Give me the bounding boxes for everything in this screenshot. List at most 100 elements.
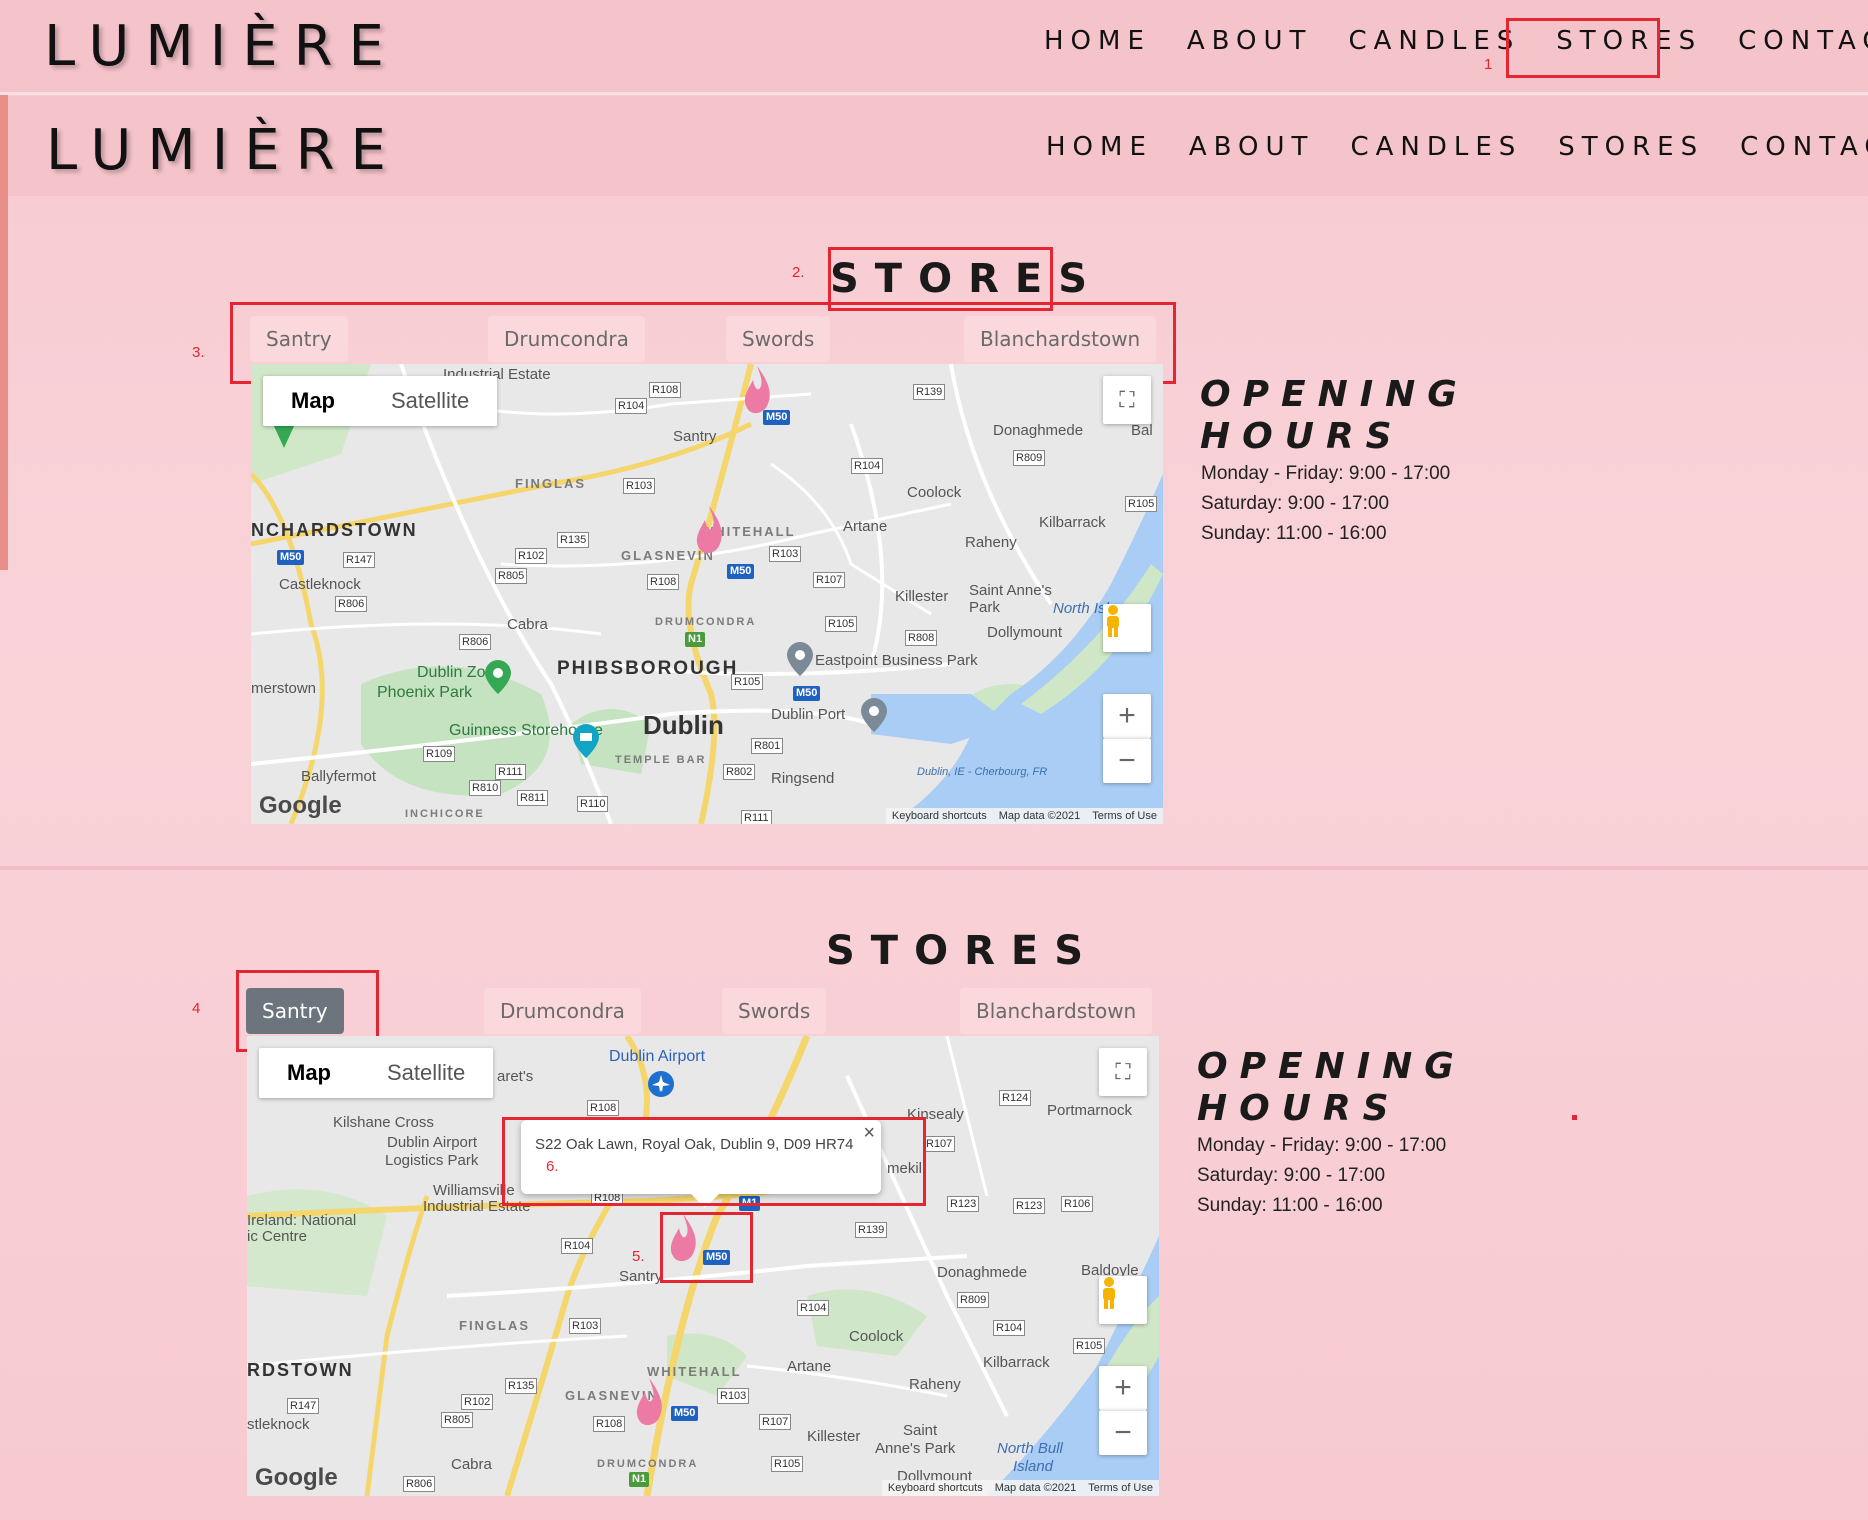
nav-top: HOME ABOUT CANDLES STORES CONTACT xyxy=(1044,26,1868,56)
road-badge: R806 xyxy=(335,596,368,612)
map-type-control-1: Map Satellite xyxy=(263,376,498,426)
separator xyxy=(0,92,1868,95)
zoom-out-button[interactable]: − xyxy=(1103,738,1151,783)
road-badge: R805 xyxy=(495,568,528,584)
road-badge: R123 xyxy=(1013,1198,1046,1214)
road-badge: R809 xyxy=(957,1292,990,1308)
road-badge: R105 xyxy=(731,674,764,690)
road-badge: R104 xyxy=(615,398,648,414)
fullscreen-icon[interactable]: ⛶ xyxy=(1099,1048,1147,1096)
nav-about[interactable]: ABOUT xyxy=(1187,26,1313,56)
pegman-icon[interactable] xyxy=(1099,1276,1147,1324)
terms-of-use-link[interactable]: Terms of Use xyxy=(1092,810,1157,822)
camera-marker-icon[interactable] xyxy=(573,724,599,758)
road-badge: R135 xyxy=(505,1378,538,1394)
map-type-map[interactable]: Map xyxy=(259,1048,359,1098)
hours-weekday: Monday - Friday: 9:00 - 17:00 xyxy=(1197,1135,1447,1156)
nav-candles[interactable]: CANDLES xyxy=(1350,132,1522,162)
map1-label-ballyfermot: Ballyfermot xyxy=(301,768,377,785)
map-type-satellite[interactable]: Satellite xyxy=(359,1048,493,1098)
map-type-satellite[interactable]: Satellite xyxy=(363,376,497,426)
logo-top[interactable]: LUMIÈRE xyxy=(44,14,400,79)
store-pin-icon[interactable] xyxy=(739,364,775,420)
map1-label-drumcondra: DRUMCONDRA xyxy=(655,616,757,628)
zoom-out-button[interactable]: − xyxy=(1099,1410,1147,1455)
road-badge: R109 xyxy=(423,746,456,762)
tab-blanchardstown-2[interactable]: Blanchardstown xyxy=(960,988,1153,1034)
annotation-box-5 xyxy=(660,1212,753,1283)
road-badge: R110 xyxy=(577,796,609,812)
keyboard-shortcuts-link[interactable]: Keyboard shortcuts xyxy=(892,810,987,822)
logo-second[interactable]: LUMIÈRE xyxy=(46,118,402,183)
map1-label-finglas: FINGLAS xyxy=(515,476,587,491)
map1-label-castleknock: Castleknock xyxy=(279,576,361,593)
map2-label-ireland-national: Ireland: National xyxy=(247,1212,357,1229)
map2-label-island: Island xyxy=(1013,1458,1054,1475)
left-accent xyxy=(0,95,8,570)
road-badge: R102 xyxy=(515,548,548,564)
map2-label-kilshane: Kilshane Cross xyxy=(333,1114,434,1131)
map1-label-santry: Santry xyxy=(673,428,717,445)
map2-label-coolock: Coolock xyxy=(849,1328,904,1345)
map2-label-killester: Killester xyxy=(807,1428,861,1445)
map2-label-airport-logistics: Dublin Airport xyxy=(387,1134,478,1151)
map2-label-donaghmede: Donaghmede xyxy=(937,1264,1028,1281)
terms-of-use-link[interactable]: Terms of Use xyxy=(1088,1482,1153,1494)
tab-drumcondra-2[interactable]: Drumcondra xyxy=(484,988,641,1034)
map-type-map[interactable]: Map xyxy=(263,376,363,426)
map1-label-phibsborough: PHIBSBOROUGH xyxy=(557,658,739,679)
map1-label-phoenix-park: Phoenix Park xyxy=(377,684,473,701)
place-marker-icon[interactable] xyxy=(273,424,295,448)
zoom-in-button[interactable]: + xyxy=(1103,694,1151,738)
place-marker-icon[interactable] xyxy=(787,642,813,676)
place-marker-icon[interactable] xyxy=(861,698,887,732)
pegman-icon[interactable] xyxy=(1103,604,1151,652)
motorway-badge: M50 xyxy=(793,686,821,701)
zoo-marker-icon[interactable] xyxy=(485,660,511,694)
nav-stores[interactable]: STORES xyxy=(1558,132,1704,162)
road-badge: R111 xyxy=(741,810,772,824)
tab-swords-2[interactable]: Swords xyxy=(722,988,827,1034)
road-badge: R107 xyxy=(759,1414,792,1430)
nav-candles[interactable]: CANDLES xyxy=(1348,26,1520,56)
nav-contact[interactable]: CONTACT xyxy=(1740,132,1868,162)
road-badge: R103 xyxy=(623,478,656,494)
map-1[interactable]: Santry Donaghmede Bal FINGLAS Coolock In… xyxy=(251,364,1163,824)
annotation-num-1: 1 xyxy=(1484,56,1493,73)
keyboard-shortcuts-link[interactable]: Keyboard shortcuts xyxy=(888,1482,983,1494)
road-badge: R124 xyxy=(999,1090,1032,1106)
airport-icon[interactable] xyxy=(647,1070,675,1098)
hours-weekday: Monday - Friday: 9:00 - 17:00 xyxy=(1201,463,1451,484)
road-badge: R108 xyxy=(649,382,682,398)
map2-label-portmarnock: Portmarnock xyxy=(1047,1102,1133,1119)
motorway-badge: N1 xyxy=(629,1472,650,1487)
road-badge: R105 xyxy=(825,616,858,632)
road-badge: R808 xyxy=(905,630,938,646)
hours-saturday: Saturday: 9:00 - 17:00 xyxy=(1201,493,1390,514)
store-pin-icon[interactable] xyxy=(631,1376,667,1432)
road-badge: R104 xyxy=(993,1320,1026,1336)
separator xyxy=(0,866,1868,870)
road-badge: R103 xyxy=(569,1318,602,1334)
map1-label-ringsend: Ringsend xyxy=(771,770,835,787)
google-logo: Google xyxy=(255,1464,338,1491)
store-pin-icon[interactable] xyxy=(691,504,727,560)
motorway-badge: M50 xyxy=(671,1406,699,1421)
annotation-box-1 xyxy=(1506,18,1660,78)
map1-label-coolock: Coolock xyxy=(907,484,962,501)
fullscreen-icon[interactable]: ⛶ xyxy=(1103,376,1151,424)
map1-label-dublin-zoo: Dublin Zoo xyxy=(417,664,495,681)
motorway-badge: N1 xyxy=(685,632,706,647)
zoom-in-button[interactable]: + xyxy=(1099,1366,1147,1410)
map-type-control-2: Map Satellite xyxy=(259,1048,494,1098)
nav-contact[interactable]: CONTACT xyxy=(1738,26,1868,56)
nav-about[interactable]: ABOUT xyxy=(1189,132,1315,162)
nav-home[interactable]: HOME xyxy=(1046,132,1153,162)
map-footer-1: Keyboard shortcuts Map data ©2021 Terms … xyxy=(885,808,1163,824)
road-badge: R111 xyxy=(495,764,526,780)
map1-label-ferry: Dublin, IE - Cherbourg, FR xyxy=(917,766,1048,778)
map2-label-north-bull: North Bull xyxy=(997,1440,1063,1457)
road-badge: R809 xyxy=(1013,450,1046,466)
nav-home[interactable]: HOME xyxy=(1044,26,1151,56)
road-badge: R805 xyxy=(441,1412,474,1428)
